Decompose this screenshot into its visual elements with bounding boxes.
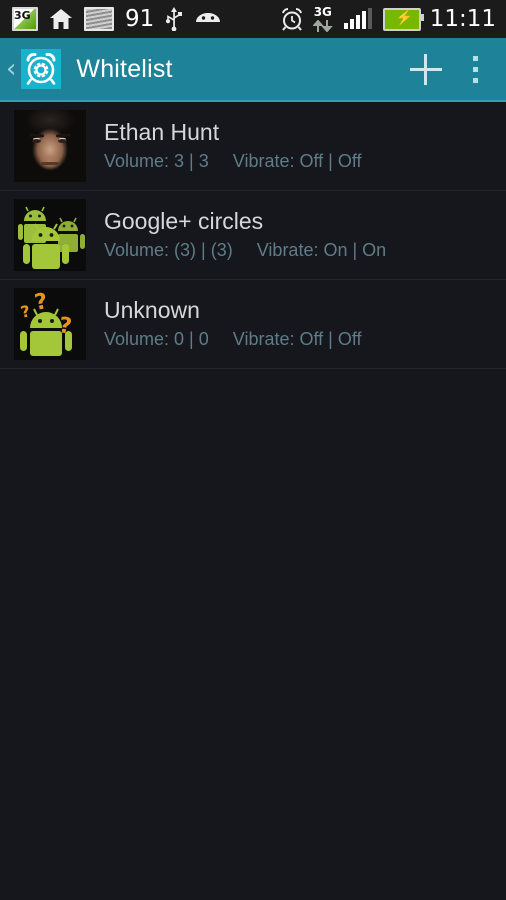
signal-bars-icon: [343, 8, 374, 29]
vibrate-label: Vibrate: On | On: [256, 240, 387, 260]
eye: [32, 139, 41, 143]
contact-settings: Volume: (3) | (3) Vibrate: On | On: [104, 238, 386, 262]
3g-signal-icon: 3G: [12, 7, 38, 31]
3g-data-icon: 3G: [312, 5, 335, 32]
app-screen: 3G 91 3G ⚡ 11:11 ‹ Whitelist Ethan Hunt …: [0, 0, 506, 900]
whitelist-list: Ethan Hunt Volume: 3 | 3 Vibrate: Off | …: [0, 102, 506, 369]
status-bar-right: 3G ⚡ 11:11: [280, 5, 496, 32]
volume-label: Volume: 0 | 0: [104, 329, 209, 349]
page-title: Whitelist: [76, 54, 173, 83]
vibrate-label: Vibrate: Off | Off: [232, 151, 362, 171]
3g-signal-label: 3G: [14, 9, 31, 22]
3g-data-label: 3G: [313, 5, 332, 19]
android-head-icon: [196, 13, 221, 22]
list-item-text: Unknown Volume: 0 | 0 Vibrate: Off | Off: [104, 297, 362, 351]
data-arrows-icon: [312, 20, 333, 32]
android-group-glyph: [18, 206, 85, 269]
question-mark: ?: [19, 301, 32, 322]
volume-label: Volume: 3 | 3: [104, 151, 209, 171]
list-item-text: Ethan Hunt Volume: 3 | 3 Vibrate: Off | …: [104, 119, 362, 173]
back-chevron-icon[interactable]: ‹: [0, 56, 21, 82]
list-item[interactable]: Google+ circles Volume: (3) | (3) Vibrat…: [0, 191, 506, 280]
vibrate-label: Vibrate: Off | Off: [232, 329, 362, 349]
alarm-gear-icon[interactable]: [21, 49, 62, 89]
android-unknown-glyph: ? ? ?: [19, 289, 73, 356]
notification-count: 91: [125, 5, 155, 32]
contact-settings: Volume: 0 | 0 Vibrate: Off | Off: [104, 327, 362, 351]
list-item[interactable]: Ethan Hunt Volume: 3 | 3 Vibrate: Off | …: [0, 102, 506, 191]
eyebrow: [55, 133, 72, 138]
charging-bolt-icon: ⚡: [395, 8, 414, 25]
list-item-text: Google+ circles Volume: (3) | (3) Vibrat…: [104, 208, 386, 262]
photo-avatar: [14, 110, 86, 182]
contact-name: Ethan Hunt: [104, 119, 220, 145]
screenshot-icon: [84, 7, 114, 31]
android-group-icon: [14, 199, 86, 271]
overflow-dot: [472, 55, 478, 61]
overflow-dot: [472, 77, 478, 83]
contact-name: Unknown: [104, 297, 200, 323]
battery-charging-icon: ⚡: [382, 7, 424, 31]
overflow-menu-button[interactable]: [452, 43, 498, 95]
status-bar: 3G 91 3G ⚡ 11:11: [0, 0, 506, 38]
contact-name: Google+ circles: [104, 208, 264, 234]
usb-icon: [166, 7, 183, 31]
alarm-gear-glyph: [26, 52, 56, 85]
list-item[interactable]: ? ? ? Unknown Volume: 0 | 0 Vibrate: Off…: [0, 280, 506, 369]
mouth: [41, 162, 59, 165]
face-photo: [14, 110, 86, 182]
add-button[interactable]: [400, 43, 452, 95]
action-bar: ‹ Whitelist: [0, 38, 506, 102]
alarm-clock-icon: [281, 8, 302, 31]
eye: [58, 139, 67, 143]
home-icon: [50, 9, 72, 29]
status-bar-left: 3G 91: [12, 7, 233, 31]
volume-label: Volume: (3) | (3): [104, 240, 233, 260]
eyebrow: [28, 133, 45, 138]
overflow-dot: [472, 66, 478, 72]
contact-settings: Volume: 3 | 3 Vibrate: Off | Off: [104, 149, 362, 173]
android-unknown-icon: ? ? ?: [14, 288, 86, 360]
clock-time: 11:11: [429, 5, 496, 32]
